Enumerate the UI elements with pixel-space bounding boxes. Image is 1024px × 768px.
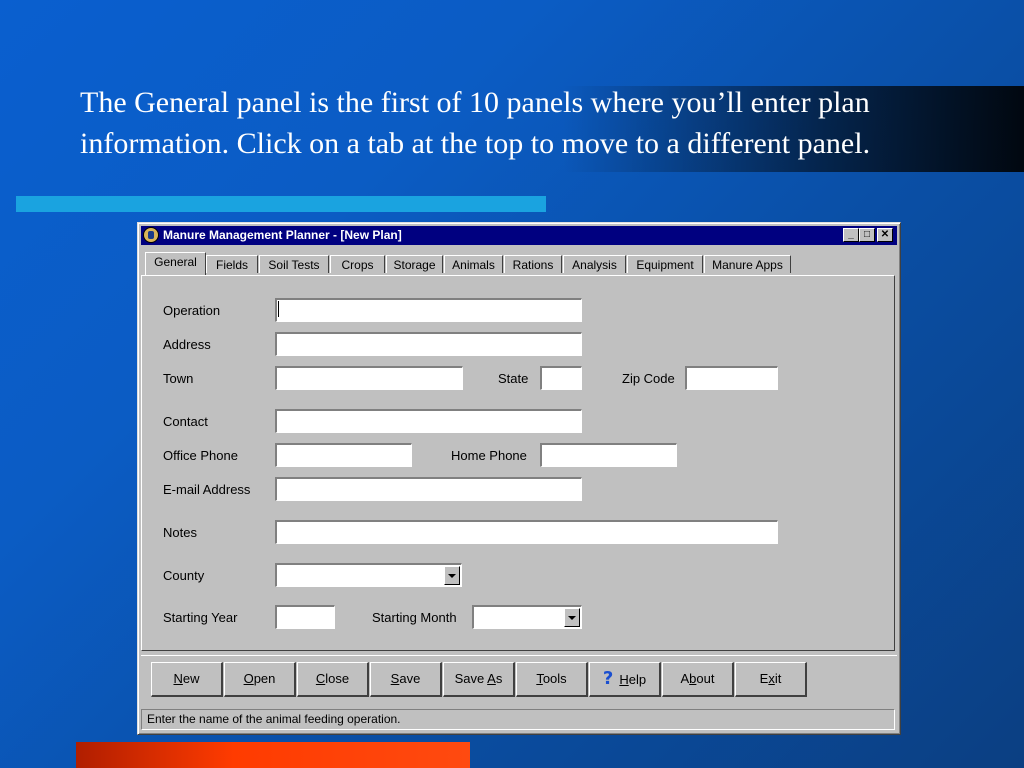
town-label: Town bbox=[163, 371, 194, 386]
tab-fields[interactable]: Fields bbox=[206, 255, 258, 273]
starting-month-label: Starting Month bbox=[372, 610, 457, 625]
app-window: Manure Management Planner - [New Plan] _… bbox=[137, 222, 901, 735]
slide-caption: The General panel is the first of 10 pan… bbox=[80, 86, 871, 160]
tab-manure-apps[interactable]: Manure Apps bbox=[704, 255, 791, 273]
zip-code-field[interactable] bbox=[685, 366, 778, 390]
tab-animals[interactable]: Animals bbox=[444, 255, 503, 273]
state-field[interactable] bbox=[540, 366, 582, 390]
open-button[interactable]: Open bbox=[224, 662, 296, 697]
tools-button[interactable]: Tools bbox=[516, 662, 588, 697]
new-button[interactable]: New bbox=[151, 662, 223, 697]
app-icon[interactable] bbox=[143, 227, 159, 243]
office-phone-field[interactable] bbox=[275, 443, 412, 467]
caption-bold-word: General bbox=[134, 86, 230, 119]
starting-month-dropdown-arrow-icon[interactable] bbox=[564, 608, 580, 627]
close-window-button[interactable]: ✕ bbox=[877, 228, 893, 242]
tab-strip: General Fields Soil Tests Crops Storage … bbox=[141, 252, 897, 276]
save-button[interactable]: Save bbox=[370, 662, 442, 697]
county-dropdown-arrow-icon[interactable] bbox=[444, 566, 460, 585]
county-label: County bbox=[163, 568, 205, 583]
operation-field[interactable] bbox=[275, 298, 582, 322]
window-titlebar[interactable]: Manure Management Planner - [New Plan] _… bbox=[141, 226, 897, 245]
about-button[interactable]: About bbox=[662, 662, 734, 697]
contact-label: Contact bbox=[163, 414, 208, 429]
email-label: E-mail Address bbox=[163, 482, 251, 497]
maximize-button[interactable]: □ bbox=[859, 228, 875, 242]
close-button[interactable]: Close bbox=[297, 662, 369, 697]
minimize-button[interactable]: _ bbox=[843, 228, 859, 242]
state-label: State bbox=[498, 371, 529, 386]
zip-code-label: Zip Code bbox=[622, 371, 675, 386]
county-select[interactable] bbox=[275, 563, 462, 587]
email-field[interactable] bbox=[275, 477, 582, 501]
notes-field[interactable] bbox=[275, 520, 778, 544]
office-phone-label: Office Phone bbox=[163, 448, 238, 463]
address-field[interactable] bbox=[275, 332, 582, 356]
notes-label: Notes bbox=[163, 525, 197, 540]
contact-field[interactable] bbox=[275, 409, 582, 433]
operation-label: Operation bbox=[163, 303, 221, 318]
general-panel: Operation Address Town State Zip Code Co… bbox=[141, 275, 895, 651]
help-button[interactable]: ? Help bbox=[589, 662, 661, 697]
tab-crops[interactable]: Crops bbox=[330, 255, 385, 273]
tab-soil-tests[interactable]: Soil Tests bbox=[259, 255, 329, 273]
address-label: Address bbox=[163, 337, 211, 352]
home-phone-label: Home Phone bbox=[451, 448, 527, 463]
starting-year-field[interactable] bbox=[275, 605, 335, 629]
starting-month-select[interactable] bbox=[472, 605, 582, 629]
town-field[interactable] bbox=[275, 366, 463, 390]
help-question-icon: ? bbox=[602, 668, 614, 689]
button-bar: New Open Close Save Save As Tools ? Help … bbox=[141, 655, 897, 700]
starting-year-label: Starting Year bbox=[163, 610, 238, 625]
decorative-red-bar bbox=[76, 742, 470, 768]
tab-rations[interactable]: Rations bbox=[504, 255, 562, 273]
decorative-cyan-bar bbox=[16, 196, 546, 212]
tab-storage[interactable]: Storage bbox=[386, 255, 443, 273]
text-caret bbox=[278, 301, 279, 317]
home-phone-field[interactable] bbox=[540, 443, 677, 467]
save-as-button[interactable]: Save As bbox=[443, 662, 515, 697]
window-title: Manure Management Planner - [New Plan] bbox=[163, 228, 402, 242]
tab-general[interactable]: General bbox=[145, 252, 206, 275]
status-bar: Enter the name of the animal feeding ope… bbox=[141, 709, 895, 730]
tab-analysis[interactable]: Analysis bbox=[563, 255, 626, 273]
tab-equipment[interactable]: Equipment bbox=[627, 255, 703, 273]
exit-button[interactable]: Exit bbox=[735, 662, 807, 697]
